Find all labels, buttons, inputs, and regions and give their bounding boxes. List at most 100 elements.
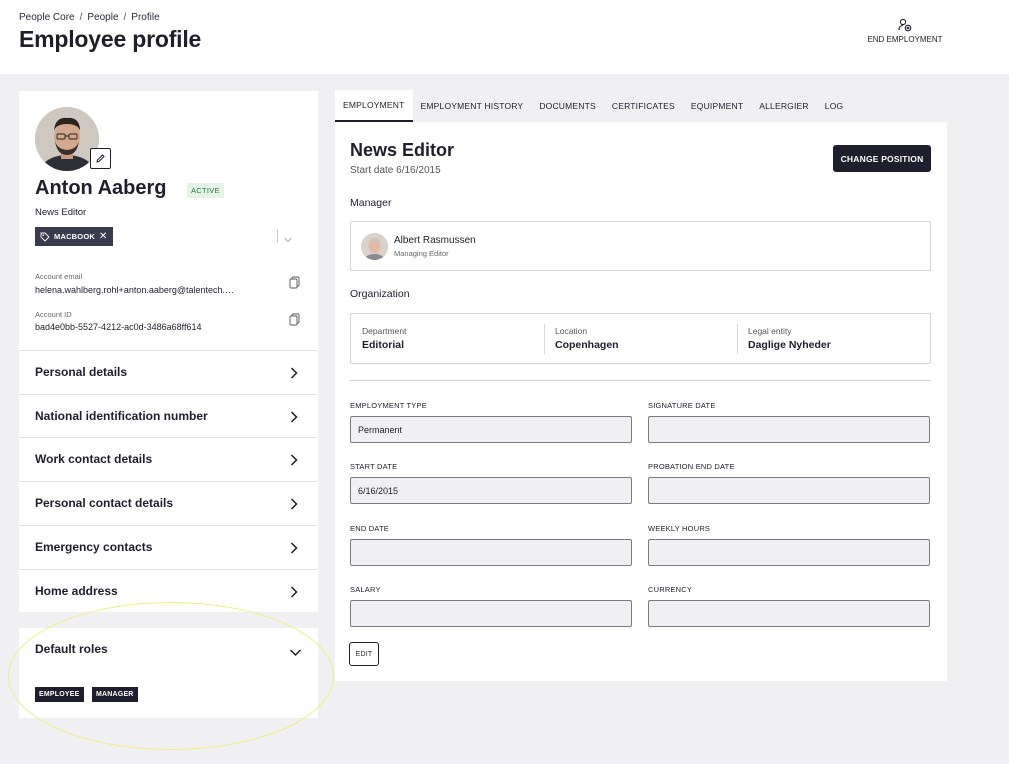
end-date-field[interactable] (350, 539, 632, 566)
tab-employment-history[interactable]: EMPLOYMENT HISTORY (413, 90, 532, 122)
section-label: Personal contact details (35, 496, 174, 510)
end-employment-label: END EMPLOYMENT (867, 35, 943, 44)
currency-label: CURRENCY (648, 585, 693, 594)
section-label: Work contact details (35, 452, 153, 466)
copy-id-button[interactable] (289, 313, 300, 331)
department-label: Department (362, 326, 407, 336)
start-date-label: START DATE (350, 462, 398, 471)
manager-heading: Manager (350, 197, 392, 209)
chevron-right-icon (290, 498, 298, 510)
manager-name: Albert Rasmussen (394, 235, 476, 246)
tab-allergier[interactable]: ALLERGIER (751, 90, 817, 122)
chevron-right-icon (290, 454, 298, 466)
org-location: Location Copenhagen (555, 326, 619, 351)
section-emergency-contacts[interactable]: Emergency contacts (19, 525, 318, 569)
location-label: Location (555, 326, 588, 336)
tag-divider (277, 229, 278, 243)
employment-type-label: EMPLOYMENT TYPE (350, 401, 427, 410)
breadcrumb-separator: / (79, 12, 83, 23)
tab-certificates[interactable]: CERTIFICATES (604, 90, 683, 122)
position-title: News Editor (350, 140, 455, 160)
salary-field[interactable] (350, 600, 632, 627)
section-divider (350, 380, 931, 381)
copy-email-button[interactable] (289, 276, 300, 294)
location-value: Copenhagen (555, 339, 619, 351)
legal-entity-label: Legal entity (748, 326, 792, 336)
start-date-field[interactable]: 6/16/2015 (350, 477, 632, 504)
section-label: Emergency contacts (35, 540, 153, 554)
account-email-value: helena.wahlberg.rohl+anton.aaberg@talent… (35, 285, 235, 295)
profile-tabs: EMPLOYMENT EMPLOYMENT HISTORY DOCUMENTS … (335, 90, 851, 122)
roles-collapse-toggle[interactable] (289, 644, 302, 662)
salary-label: SALARY (350, 585, 381, 594)
copy-icon (289, 276, 300, 289)
tab-equipment[interactable]: EQUIPMENT (683, 90, 751, 122)
org-divider (737, 324, 738, 354)
org-divider (544, 324, 545, 354)
account-id-label: Account ID (35, 310, 72, 319)
chevron-right-icon (290, 367, 298, 379)
chevron-right-icon (290, 542, 298, 554)
employee-name: Anton Aaberg (35, 177, 167, 199)
section-label: Home address (35, 584, 118, 598)
profile-card: Anton Aaberg ACTIVE News Editor MACBOOK … (19, 91, 318, 612)
breadcrumb: People Core / People / Profile (19, 12, 160, 23)
probation-end-date-label: PROBATION END DATE (648, 462, 735, 471)
position-start-date: Start date 6/16/2015 (350, 165, 441, 176)
breadcrumb-separator: / (123, 12, 127, 23)
page-header: People Core / People / Profile Employee … (0, 0, 1009, 74)
organization-card: Department Editorial Location Copenhagen… (350, 313, 931, 364)
manager-card[interactable]: Albert Rasmussen Managing Editor (350, 221, 931, 271)
role-badge-manager: MANAGER (92, 687, 138, 702)
end-date-label: END DATE (350, 524, 389, 533)
tab-documents[interactable]: DOCUMENTS (531, 90, 604, 122)
chevron-down-icon (284, 237, 292, 243)
copy-icon (289, 313, 300, 326)
organization-heading: Organization (350, 288, 410, 300)
account-id-value: bad4e0bb-5527-4212-ac0d-3486a68ff614 (35, 322, 202, 332)
weekly-hours-label: WEEKLY HOURS (648, 524, 711, 533)
edit-avatar-button[interactable] (90, 148, 111, 169)
section-national-id[interactable]: National identification number (19, 394, 318, 438)
chevron-down-icon (289, 649, 302, 657)
status-badge: ACTIVE (187, 183, 224, 198)
section-personal-details[interactable]: Personal details (19, 350, 318, 394)
section-label: National identification number (35, 409, 208, 423)
edit-button[interactable]: EDIT (349, 642, 379, 666)
org-department: Department Editorial (362, 326, 406, 351)
tab-employment[interactable]: EMPLOYMENT (335, 90, 413, 122)
currency-field[interactable] (648, 600, 930, 627)
manager-role: Managing Editor (394, 249, 449, 258)
tag-label: MACBOOK (54, 232, 95, 241)
breadcrumb-people-core[interactable]: People Core (19, 12, 75, 23)
account-email-label: Account email (35, 272, 83, 281)
user-remove-icon (898, 18, 912, 32)
department-value: Editorial (362, 339, 405, 351)
tag-icon (40, 232, 50, 242)
end-employment-button[interactable]: END EMPLOYMENT (860, 18, 950, 44)
employment-panel: News Editor Start date 6/16/2015 CHANGE … (335, 122, 947, 681)
section-home-address[interactable]: Home address (19, 569, 318, 613)
tab-log[interactable]: LOG (817, 90, 852, 122)
employee-job-title: News Editor (35, 207, 87, 218)
weekly-hours-field[interactable] (648, 539, 930, 566)
employment-type-field[interactable]: Permanent (350, 416, 632, 443)
role-badge-employee: EMPLOYEE (35, 687, 84, 702)
org-legal-entity: Legal entity Daglige Nyheder (748, 326, 831, 351)
page-title: Employee profile (19, 26, 202, 52)
breadcrumb-profile: Profile (131, 12, 160, 23)
section-work-contact[interactable]: Work contact details (19, 437, 318, 481)
tag-chip: MACBOOK ✕ (35, 227, 113, 246)
chevron-right-icon (290, 586, 298, 598)
default-roles-title: Default roles (35, 642, 108, 656)
section-personal-contact[interactable]: Personal contact details (19, 481, 318, 525)
remove-tag-icon[interactable]: ✕ (99, 231, 108, 242)
default-roles-card: Default roles EMPLOYEE MANAGER (19, 628, 318, 718)
change-position-button[interactable]: CHANGE POSITION (833, 145, 931, 172)
breadcrumb-people[interactable]: People (87, 12, 118, 23)
section-label: Personal details (35, 365, 128, 379)
tag-dropdown-toggle[interactable] (283, 231, 293, 249)
pencil-icon (96, 154, 105, 163)
signature-date-field[interactable] (648, 416, 930, 443)
probation-end-date-field[interactable] (648, 477, 930, 504)
